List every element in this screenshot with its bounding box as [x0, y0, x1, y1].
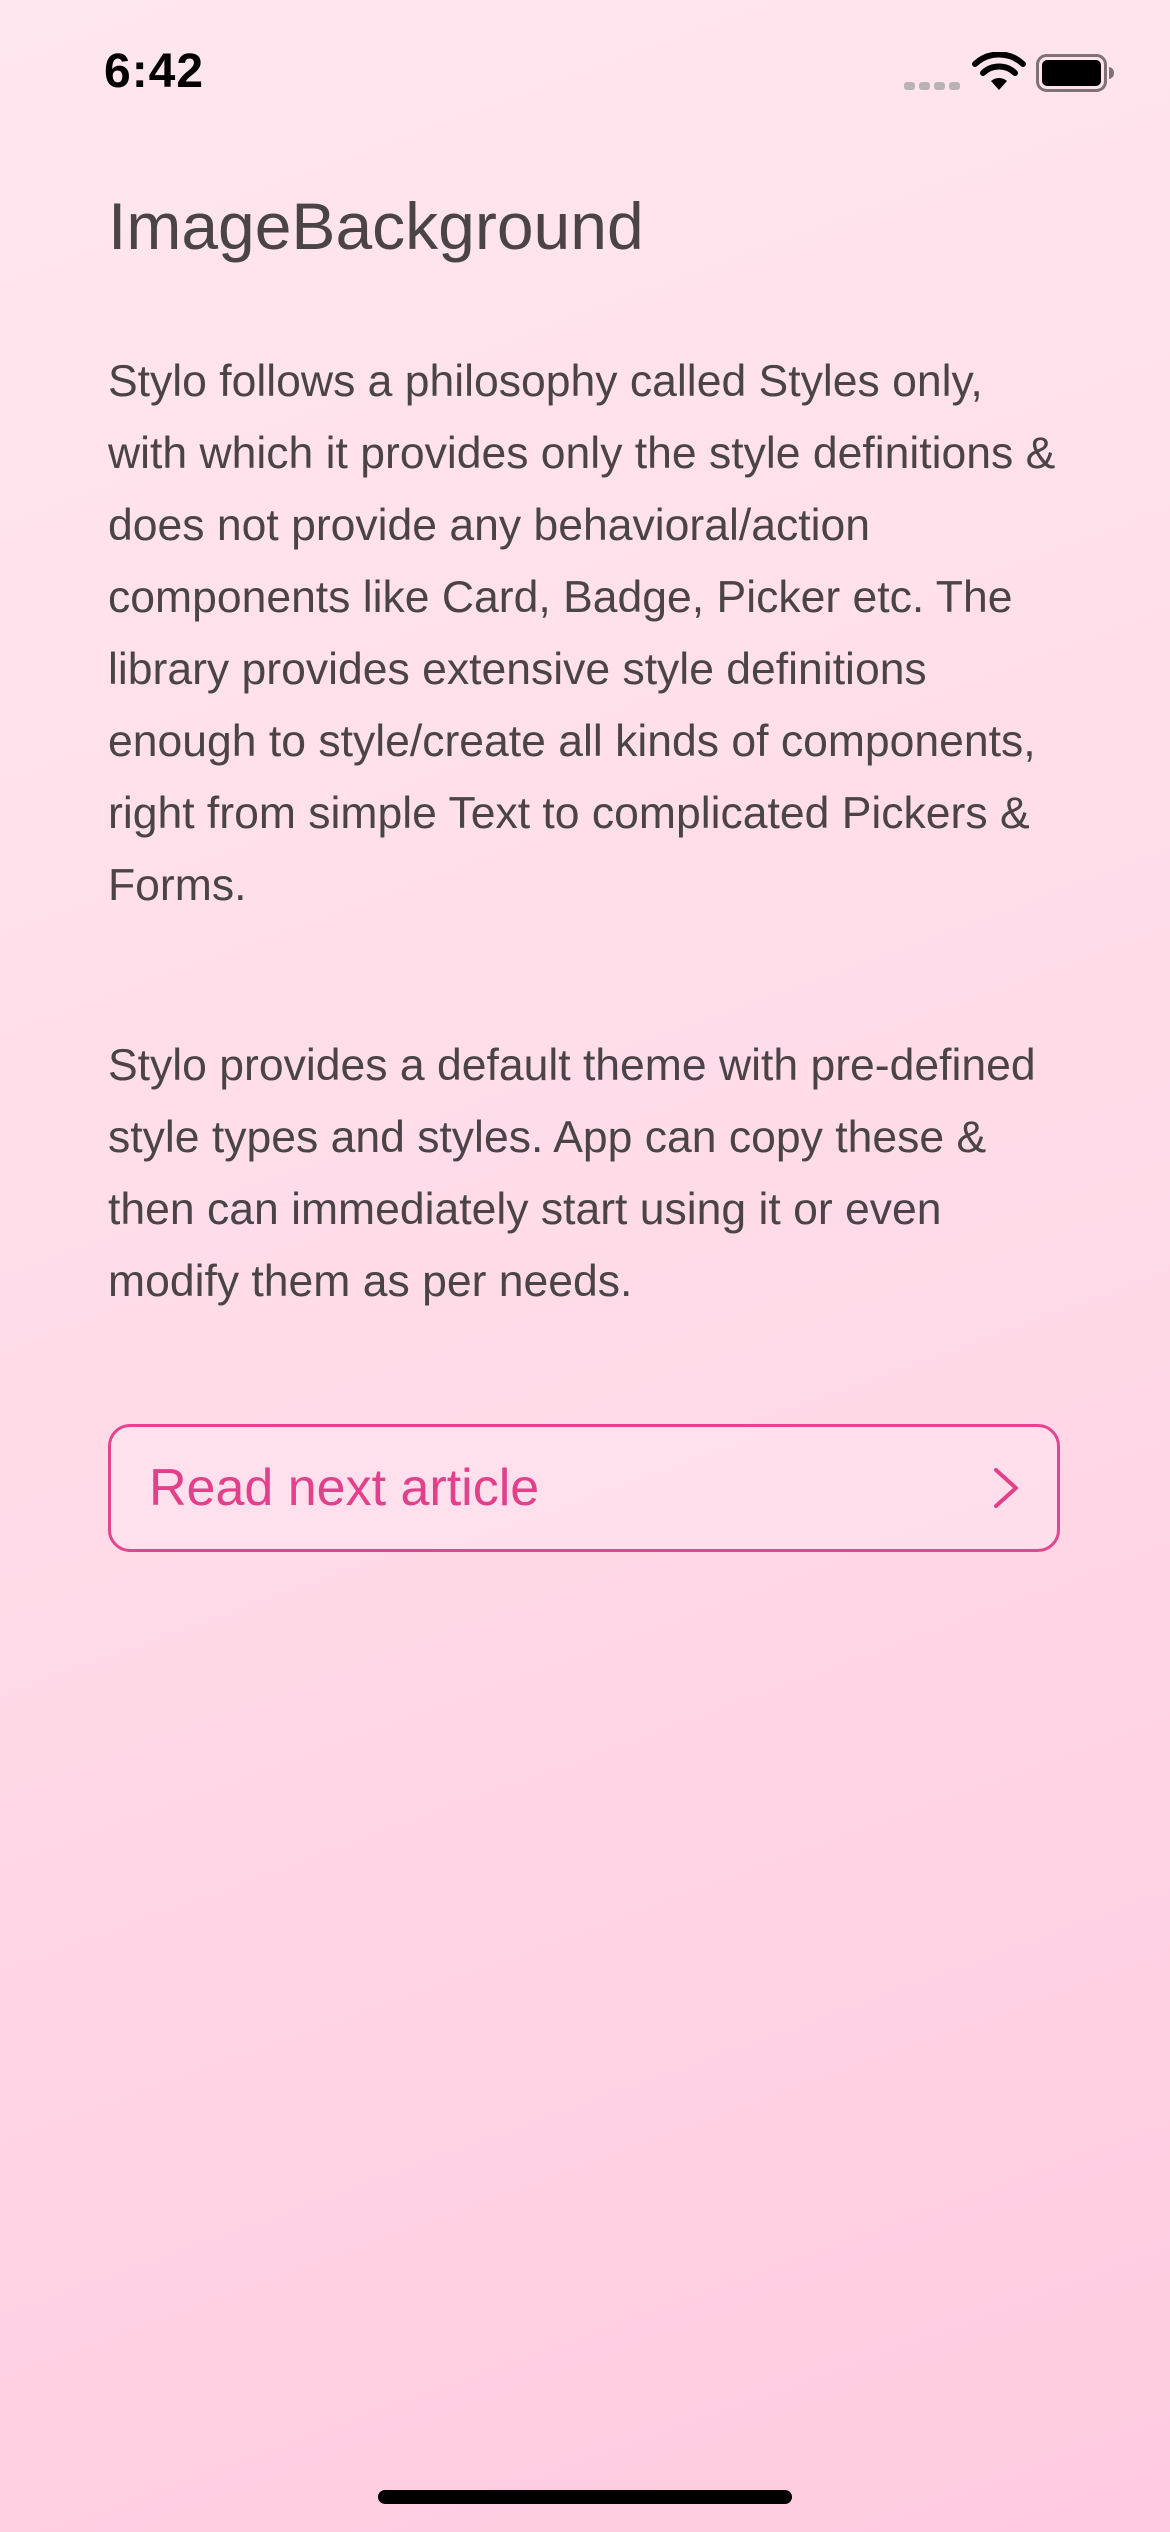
read-next-article-label: Read next article [149, 1459, 540, 1517]
chevron-right-icon [994, 1468, 1018, 1508]
status-bar: 6:42 [0, 0, 1170, 150]
article-paragraph-1: Stylo follows a philosophy called Styles… [108, 357, 1056, 910]
battery-icon [1036, 54, 1114, 92]
status-time: 6:42 [104, 45, 205, 98]
article-paragraph-2: Stylo provides a default theme with pre-… [108, 1041, 1036, 1306]
cellular-signal-icon [904, 82, 960, 90]
wifi-icon [972, 52, 1026, 90]
read-next-article-button[interactable]: Read next article [108, 1424, 1060, 1552]
home-indicator[interactable] [378, 2490, 792, 2504]
page-title: ImageBackground [108, 189, 644, 263]
